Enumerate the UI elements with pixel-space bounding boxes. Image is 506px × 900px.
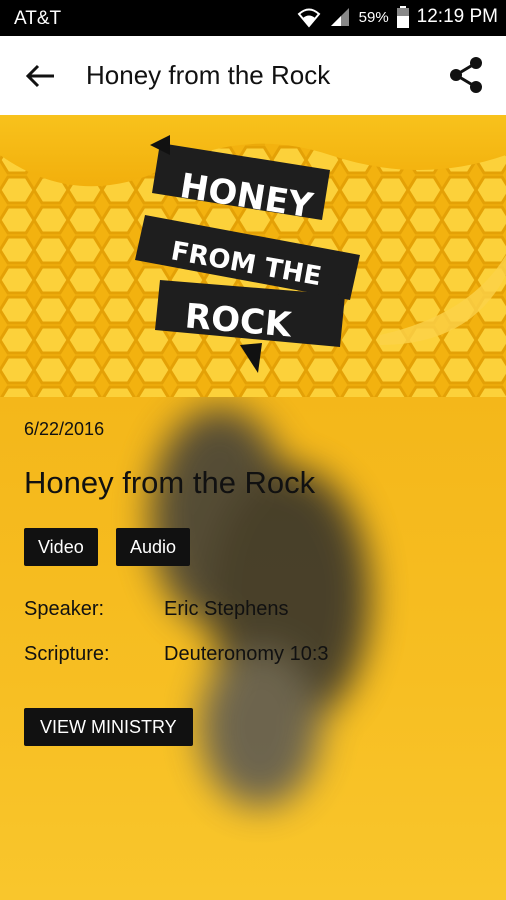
- view-ministry-button[interactable]: VIEW MINISTRY: [24, 708, 193, 746]
- scripture-value: Deuteronomy 10:3: [164, 643, 329, 665]
- back-arrow-icon[interactable]: [24, 61, 56, 91]
- scripture-label: Scripture:: [24, 643, 110, 665]
- sermon-details: 6/22/2016 Honey from the Rock Video Audi…: [0, 397, 506, 900]
- wifi-icon: [297, 8, 321, 28]
- video-button[interactable]: Video: [24, 528, 98, 566]
- status-right: 59% 12:19 PM: [297, 6, 498, 28]
- clock: 12:19 PM: [416, 6, 498, 27]
- battery-icon: [396, 6, 409, 28]
- honeycomb-artwork: HONEY FROM THE ROCK: [0, 115, 506, 397]
- sermon-title: Honey from the Rock: [24, 465, 316, 500]
- status-bar: AT&T 59% 12:19 PM: [0, 0, 506, 36]
- speaker-value: Eric Stephens: [164, 598, 289, 620]
- audio-button[interactable]: Audio: [116, 528, 191, 566]
- carrier-label: AT&T: [14, 8, 62, 29]
- battery-percent: 59%: [358, 8, 389, 26]
- app-bar: Honey from the Rock: [0, 36, 506, 115]
- signal-icon: [330, 8, 349, 26]
- page-title: Honey from the Rock: [86, 60, 331, 90]
- share-icon[interactable]: [448, 56, 484, 94]
- speaker-label: Speaker:: [24, 598, 105, 620]
- sermon-date: 6/22/2016: [24, 419, 105, 439]
- sermon-banner: HONEY FROM THE ROCK: [0, 115, 506, 397]
